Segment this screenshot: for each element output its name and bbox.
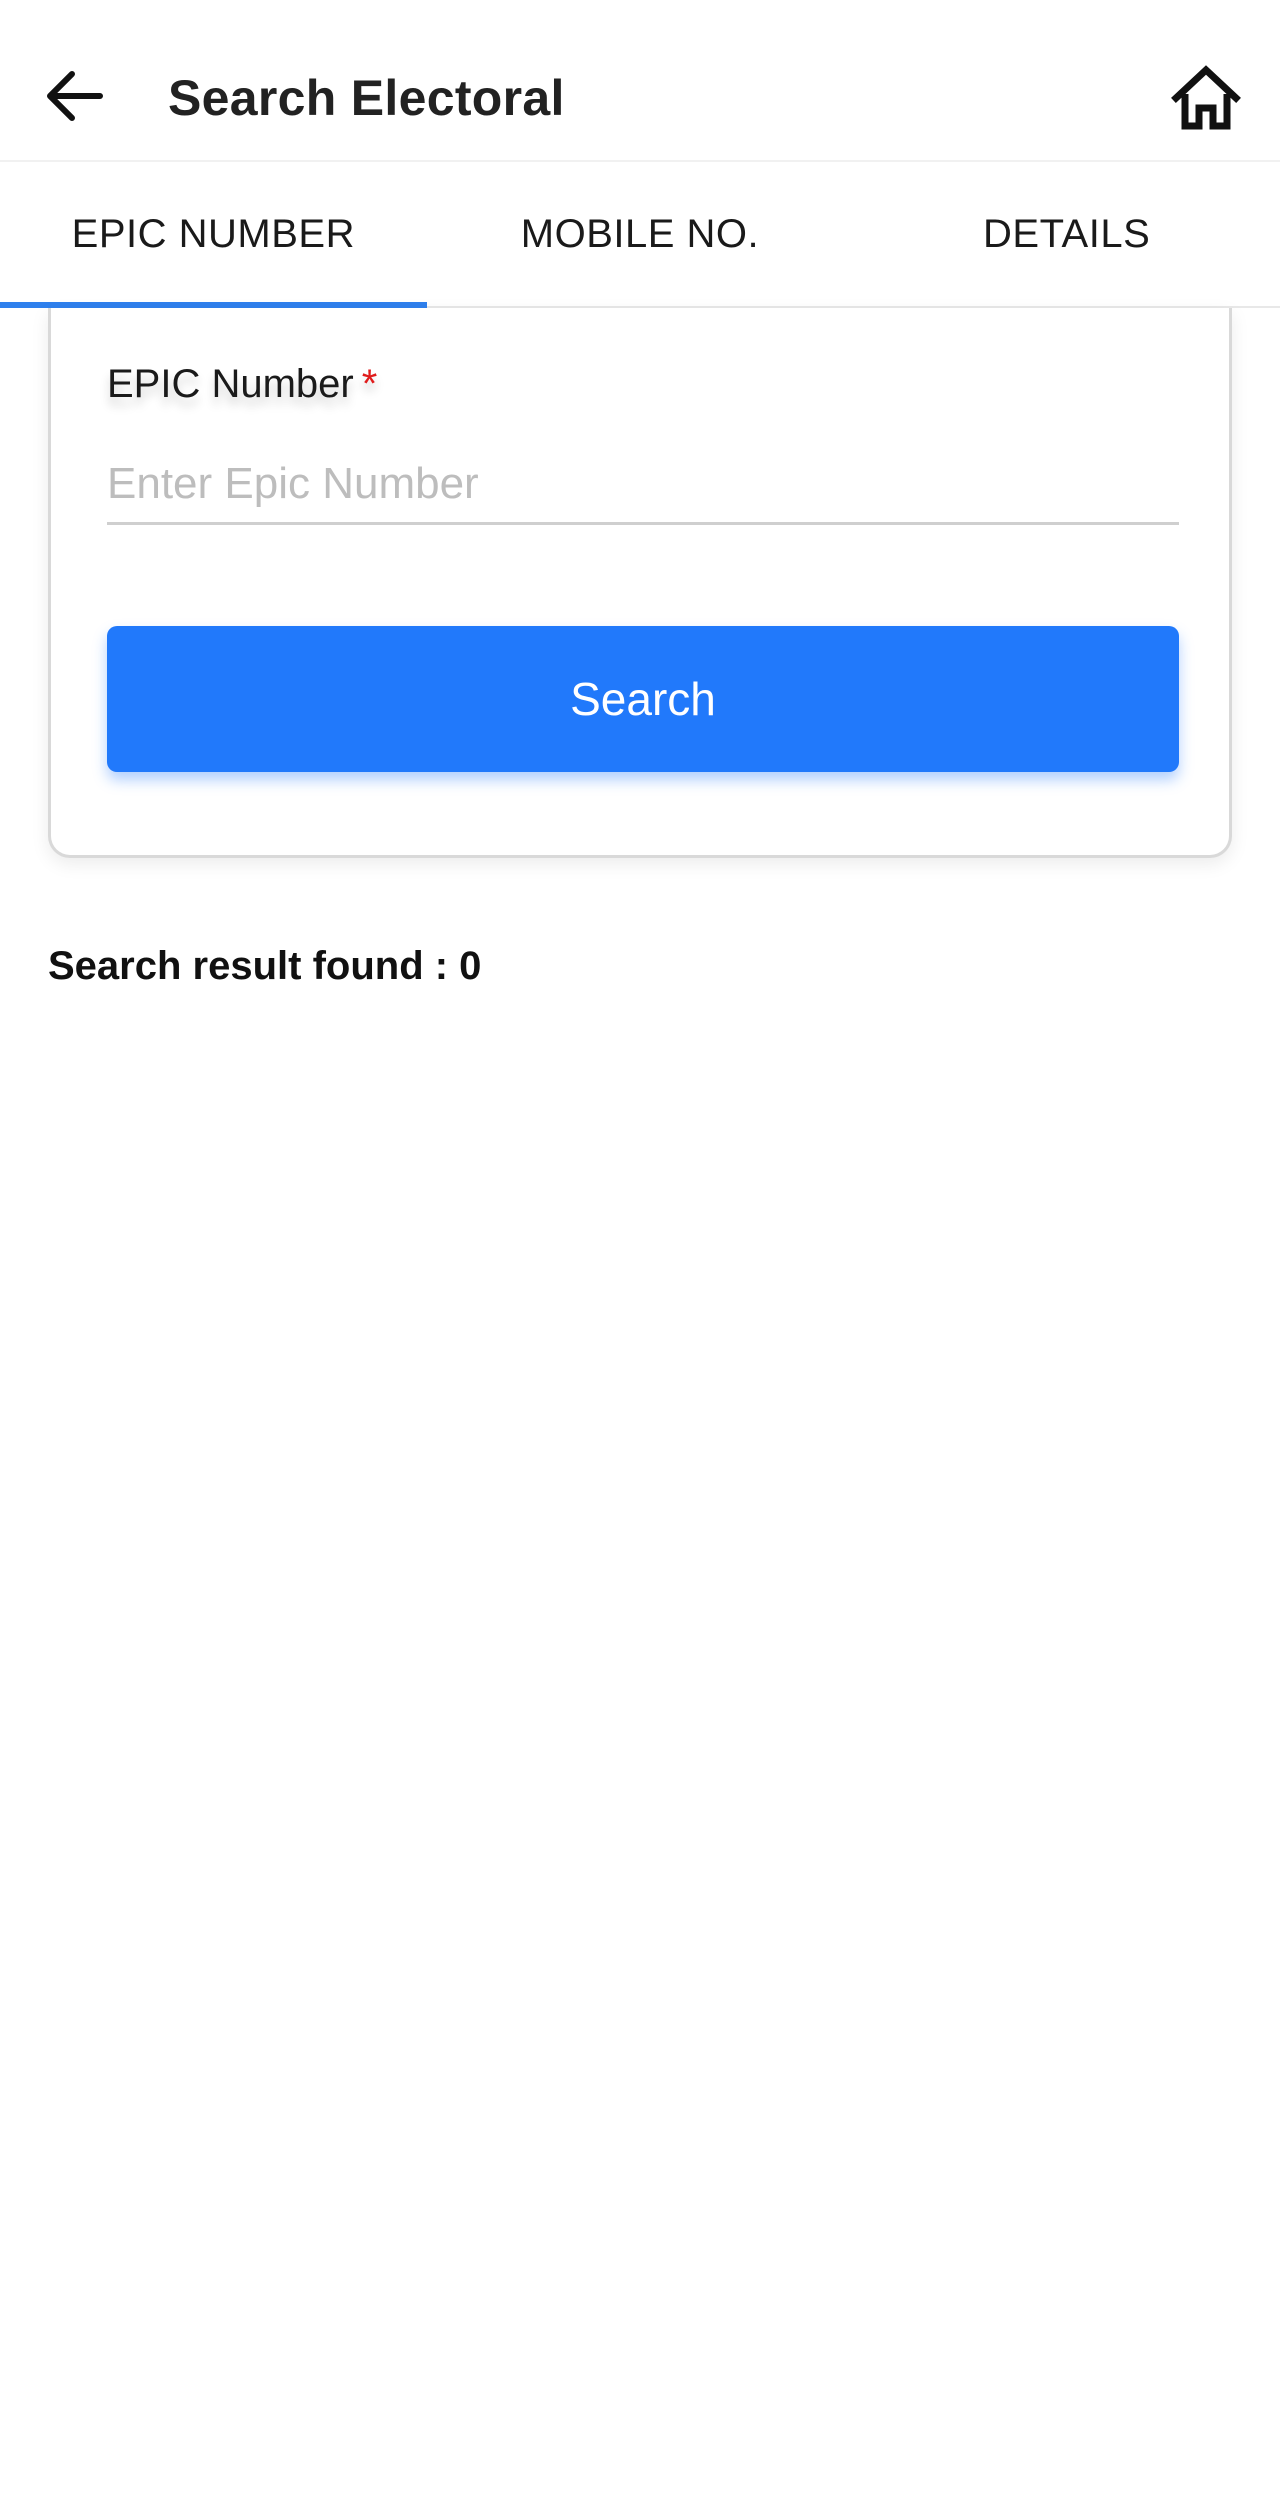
epic-number-label-text: EPIC Number xyxy=(107,362,354,406)
back-button[interactable] xyxy=(36,58,112,134)
required-mark: * xyxy=(361,362,378,406)
tab-epic-number[interactable]: EPIC NUMBER xyxy=(0,162,427,308)
epic-number-label: EPIC Number * xyxy=(107,362,377,407)
search-result-count: Search result found : 0 xyxy=(48,944,482,988)
tab-details[interactable]: DETAILS xyxy=(853,162,1280,306)
home-icon xyxy=(1171,65,1241,130)
tab-bar: EPIC NUMBER MOBILE NO. DETAILS xyxy=(0,162,1280,308)
home-button[interactable] xyxy=(1164,56,1248,140)
search-form-card: EPIC Number* Search xyxy=(48,308,1232,858)
tab-mobile-no[interactable]: MOBILE NO. xyxy=(427,162,854,306)
epic-number-input[interactable] xyxy=(107,446,1179,525)
page-title: Search Electoral xyxy=(168,70,565,126)
search-button[interactable]: Search xyxy=(107,626,1179,772)
app-header: Search Electoral xyxy=(0,0,1280,162)
arrow-left-icon xyxy=(47,71,103,121)
